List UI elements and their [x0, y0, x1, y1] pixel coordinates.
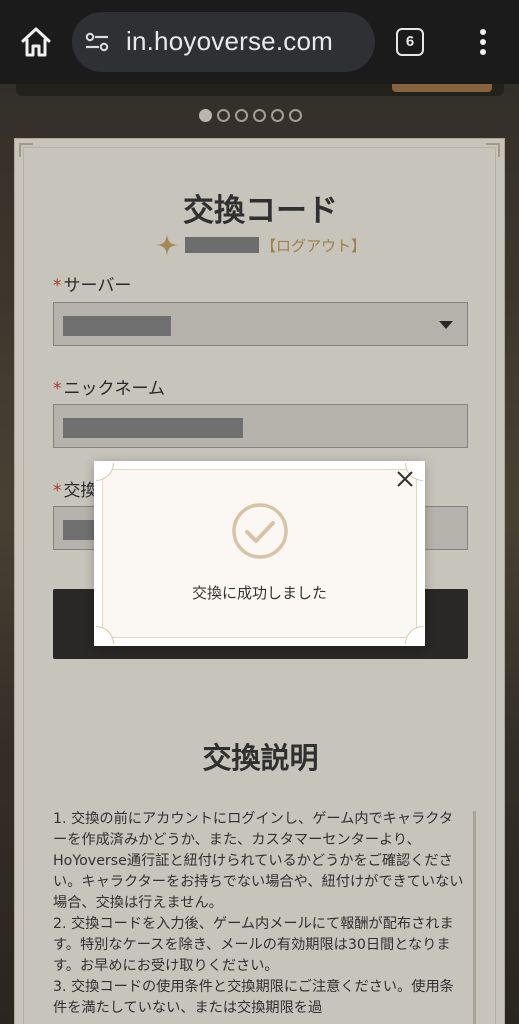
- close-icon[interactable]: [393, 467, 417, 491]
- tab-switcher-button[interactable]: 6: [396, 28, 424, 56]
- address-bar[interactable]: in.hoyoverse.com: [72, 12, 375, 72]
- success-message: 交換に成功しました: [191, 584, 327, 602]
- check-circle-icon: [230, 501, 290, 561]
- url-text: in.hoyoverse.com: [126, 26, 333, 56]
- browser-toolbar: in.hoyoverse.com 6: [0, 0, 519, 84]
- home-icon[interactable]: [18, 24, 54, 60]
- more-vert-icon[interactable]: [470, 26, 496, 58]
- success-dialog: 交換に成功しました: [94, 461, 425, 646]
- site-settings-icon[interactable]: [84, 30, 110, 54]
